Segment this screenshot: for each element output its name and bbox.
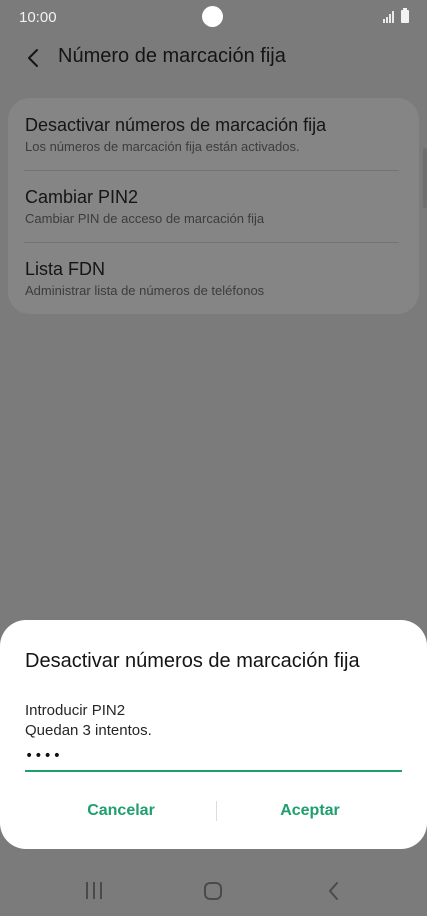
chevron-left-icon[interactable]	[22, 46, 46, 70]
setting-deactivate-fdn[interactable]: Desactivar números de marcación fija Los…	[24, 98, 399, 170]
pin-label: Introducir PIN2	[25, 702, 126, 719]
setting-subtitle: Los números de marcación fija están acti…	[25, 139, 300, 154]
pin2-input[interactable]	[25, 742, 402, 772]
setting-change-pin2[interactable]: Cambiar PIN2 Cambiar PIN de acceso de ma…	[24, 170, 399, 242]
recents-icon[interactable]	[86, 882, 104, 900]
home-icon[interactable]	[204, 882, 222, 900]
setting-title: Lista FDN	[25, 259, 106, 279]
page-title: Número de marcación fija	[58, 45, 286, 67]
battery-icon	[401, 8, 409, 23]
status-bar: 10:00	[0, 0, 427, 34]
accept-button[interactable]: Aceptar	[235, 796, 385, 826]
pin2-dialog: Desactivar números de marcación fija Int…	[0, 620, 427, 849]
setting-subtitle: Administrar lista de números de teléfono…	[25, 283, 265, 298]
cancel-button[interactable]: Cancelar	[46, 796, 196, 826]
edge-panel-handle[interactable]	[423, 148, 427, 208]
pin-attempts-text: Quedan 3 intentos.	[25, 722, 152, 739]
setting-subtitle: Cambiar PIN de acceso de marcación fija	[25, 211, 265, 226]
settings-card: Desactivar números de marcación fija Los…	[8, 98, 419, 314]
button-divider	[216, 801, 217, 821]
signal-icon	[383, 11, 396, 23]
navigation-bar	[0, 866, 427, 916]
status-icons	[383, 8, 409, 23]
setting-title: Cambiar PIN2	[25, 187, 139, 207]
app-header: Número de marcación fija	[0, 38, 427, 78]
camera-cutout	[202, 6, 223, 27]
dialog-title: Desactivar números de marcación fija	[25, 650, 360, 672]
back-icon[interactable]	[324, 880, 344, 902]
setting-title: Desactivar números de marcación fija	[25, 115, 327, 135]
status-time: 10:00	[19, 9, 57, 26]
setting-fdn-list[interactable]: Lista FDN Administrar lista de números d…	[24, 242, 399, 314]
screen: 10:00 Número de marcación fija Desactiva…	[0, 0, 427, 916]
